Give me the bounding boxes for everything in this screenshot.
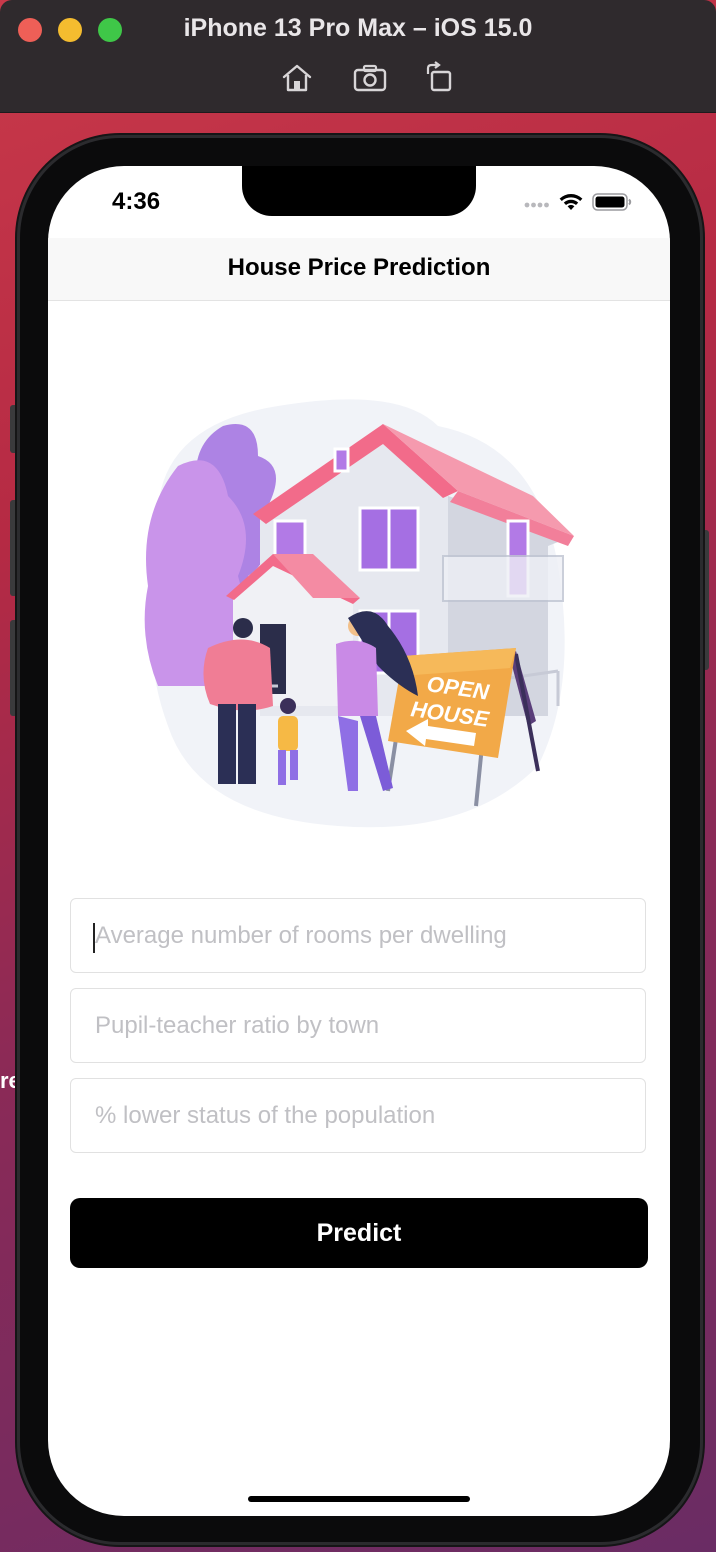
mute-switch (10, 405, 19, 453)
screenshot-icon[interactable] (352, 60, 388, 96)
battery-icon (592, 192, 632, 217)
lstat-field[interactable] (70, 1078, 646, 1153)
simulator-title: iPhone 13 Pro Max – iOS 15.0 (183, 14, 533, 42)
rotate-icon[interactable] (422, 60, 458, 96)
rooms-input[interactable] (71, 899, 645, 972)
simulator-title-bar: iPhone 13 Pro Max – iOS 15.0 (0, 0, 716, 113)
desktop-edge-text: re (0, 1068, 21, 1093)
home-icon[interactable] (279, 60, 315, 96)
volume-down-button (10, 620, 19, 716)
home-indicator[interactable] (248, 1496, 470, 1502)
ptratio-field[interactable] (70, 988, 646, 1063)
notch (242, 166, 476, 216)
power-button (700, 530, 709, 670)
navigation-bar: House Price Prediction (48, 238, 670, 301)
volume-up-button (10, 500, 19, 596)
text-cursor (93, 923, 95, 953)
status-icons (524, 192, 632, 217)
house-illustration: OPEN HOUSE (138, 386, 578, 836)
signal-dots-icon (524, 196, 550, 214)
page-title: House Price Prediction (227, 254, 491, 281)
app-screen: 4:36 House Price Prediction OPEN HOUSE A… (48, 166, 670, 1516)
wifi-icon (558, 192, 584, 217)
rooms-field[interactable] (70, 898, 646, 973)
predict-button[interactable]: Predict (70, 1198, 648, 1268)
ptratio-input[interactable] (71, 989, 645, 1062)
lstat-input[interactable] (71, 1079, 645, 1152)
status-time: 4:36 (112, 188, 161, 215)
